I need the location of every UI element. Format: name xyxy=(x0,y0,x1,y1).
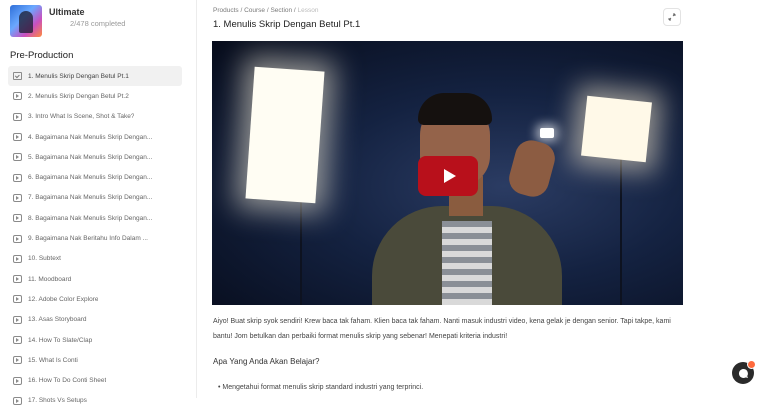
video-icon xyxy=(13,254,22,263)
expand-button[interactable] xyxy=(663,8,681,26)
lesson-label: 12. Adobe Color Explore xyxy=(28,295,99,303)
softbox-light xyxy=(581,95,652,163)
course-thumbnail xyxy=(10,5,42,37)
lesson-title: 1. Menulis Skrip Dengan Betul Pt.1 xyxy=(213,19,361,30)
lesson-label: 1. Menulis Skrip Dengan Betul Pt.1 xyxy=(28,72,129,80)
video-icon xyxy=(13,92,22,101)
lesson-label: 14. How To Slate/Clap xyxy=(28,336,93,344)
lesson-label: 9. Bagaimana Nak Beritahu Info Dalam ... xyxy=(28,235,148,243)
video-icon xyxy=(13,112,22,121)
video-icon xyxy=(13,275,22,284)
presenter-hair xyxy=(418,93,492,125)
expand-icon xyxy=(668,13,676,21)
lesson-list: 1. Menulis Skrip Dengan Betul Pt.1 2. Men… xyxy=(8,66,182,411)
lesson-label: 17. Shots Vs Setups xyxy=(28,397,87,405)
chat-icon xyxy=(738,368,748,378)
softbox-light xyxy=(245,66,325,204)
lesson-item[interactable]: 10. Subtext xyxy=(8,249,182,269)
lesson-label: 8. Bagaimana Nak Menulis Skrip Dengan... xyxy=(28,214,153,222)
lesson-item[interactable]: 1. Menulis Skrip Dengan Betul Pt.1 xyxy=(8,66,182,87)
learn-item: Mengetahui format menulis skrip standard… xyxy=(218,384,423,391)
play-button[interactable] xyxy=(418,156,478,196)
learn-list: Mengetahui format menulis skrip standard… xyxy=(218,384,423,391)
video-icon xyxy=(13,214,22,223)
video-icon xyxy=(13,396,22,405)
lesson-label: 2. Menulis Skrip Dengan Betul Pt.2 xyxy=(28,92,129,100)
video-icon xyxy=(13,173,22,182)
lesson-label: 16. How To Do Conti Sheet xyxy=(28,377,107,385)
lesson-item[interactable]: 11. Moodboard xyxy=(8,269,182,289)
video-icon xyxy=(13,153,22,162)
lesson-label: 5. Bagaimana Nak Menulis Skrip Dengan... xyxy=(28,153,153,161)
lesson-label: 3. Intro What Is Scene, Shot & Take? xyxy=(28,113,135,121)
lesson-item[interactable]: 2. Menulis Skrip Dengan Betul Pt.2 xyxy=(8,86,182,106)
notification-badge xyxy=(747,360,756,369)
course-title: Ultimate xyxy=(49,7,85,17)
lesson-label: 13. Asas Storyboard xyxy=(28,316,87,324)
lesson-item[interactable]: 5. Bagaimana Nak Menulis Skrip Dengan... xyxy=(8,147,182,167)
video-icon xyxy=(13,336,22,344)
course-progress: 2/478 completed xyxy=(70,19,126,28)
learn-heading: Apa Yang Anda Akan Belajar? xyxy=(213,357,320,366)
lesson-item[interactable]: 13. Asas Storyboard xyxy=(8,310,182,330)
lesson-label: 15. What Is Conti xyxy=(28,356,78,364)
lesson-label: 7. Bagaimana Nak Menulis Skrip Dengan... xyxy=(28,194,153,202)
breadcrumb-path[interactable]: Products / Course / Section / xyxy=(213,7,298,14)
lesson-description: Aiyo! Buat skrip syok sendiri! Krew baca… xyxy=(213,318,671,340)
video-player[interactable] xyxy=(212,41,683,305)
lesson-label: 4. Bagaimana Nak Menulis Skrip Dengan... xyxy=(28,133,153,141)
video-icon xyxy=(13,133,22,142)
course-header[interactable]: Ultimate 2/478 completed xyxy=(10,5,190,39)
lesson-label: 6. Bagaimana Nak Menulis Skrip Dengan... xyxy=(28,174,153,182)
video-icon xyxy=(13,234,22,243)
presenter-hand xyxy=(505,136,559,201)
small-light xyxy=(540,128,554,138)
lesson-item[interactable]: 7. Bagaimana Nak Menulis Skrip Dengan... xyxy=(8,188,182,208)
breadcrumb: Products / Course / Section / Lesson xyxy=(213,7,319,14)
video-icon xyxy=(13,376,22,385)
section-title: Pre-Production xyxy=(10,50,74,61)
presenter-shirt xyxy=(442,221,492,305)
lesson-item[interactable]: 15. What Is Conti xyxy=(8,350,182,370)
lesson-item[interactable]: 6. Bagaimana Nak Menulis Skrip Dengan... xyxy=(8,167,182,187)
chat-button[interactable] xyxy=(732,360,756,384)
lesson-item[interactable]: 16. How To Do Conti Sheet xyxy=(8,370,182,390)
check-icon xyxy=(13,72,22,81)
lesson-item[interactable]: 8. Bagaimana Nak Menulis Skrip Dengan... xyxy=(8,208,182,228)
lesson-label: 11. Moodboard xyxy=(28,275,72,283)
video-icon xyxy=(13,356,22,365)
lesson-item[interactable]: 9. Bagaimana Nak Beritahu Info Dalam ... xyxy=(8,228,182,248)
video-icon xyxy=(13,315,22,324)
lesson-label: 10. Subtext xyxy=(28,255,61,263)
breadcrumb-current: Lesson xyxy=(297,7,319,14)
lesson-item[interactable]: 3. Intro What Is Scene, Shot & Take? xyxy=(8,107,182,127)
lesson-item[interactable]: 17. Shots Vs Setups xyxy=(8,391,182,411)
lesson-item[interactable]: 14. How To Slate/Clap xyxy=(8,330,182,350)
video-icon xyxy=(13,295,22,304)
lesson-item[interactable]: 4. Bagaimana Nak Menulis Skrip Dengan... xyxy=(8,127,182,147)
lesson-item[interactable]: 12. Adobe Color Explore xyxy=(8,289,182,309)
course-sidebar: Ultimate 2/478 completed Pre-Production … xyxy=(0,0,197,405)
video-icon xyxy=(13,193,22,202)
